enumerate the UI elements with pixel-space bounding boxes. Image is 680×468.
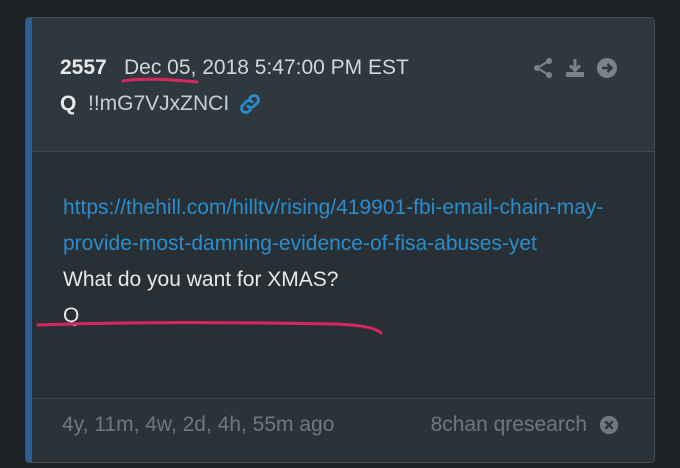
post-content: https://thehill.com/hilltv/rising/419901… xyxy=(63,190,623,334)
link-icon[interactable] xyxy=(237,91,263,117)
download-icon[interactable] xyxy=(563,56,587,80)
post-source: 8chan qresearch xyxy=(430,413,587,436)
text-highlight-underline xyxy=(36,321,383,335)
post-number: 2557 xyxy=(60,56,107,79)
date-highlight-underline xyxy=(121,77,199,84)
post-author: Q xyxy=(60,92,77,115)
post-actions xyxy=(531,56,619,80)
post-card: 2557 Dec 05, 2018 5:47:00 PM EST Q !!mG7… xyxy=(25,17,655,463)
post-link[interactable]: https://thehill.com/hilltv/rising/419901… xyxy=(63,190,623,262)
accent-bar xyxy=(26,18,32,462)
close-circle-icon[interactable] xyxy=(598,414,620,436)
post-age: 4y, 11m, 4w, 2d, 4h, 55m ago xyxy=(62,413,335,436)
arrow-right-circle-icon[interactable] xyxy=(595,56,619,80)
post-tripcode: !!mG7VJxZNCI xyxy=(88,92,230,115)
share-icon[interactable] xyxy=(531,56,555,80)
post-line-1: What do you want for XMAS? xyxy=(63,268,339,291)
